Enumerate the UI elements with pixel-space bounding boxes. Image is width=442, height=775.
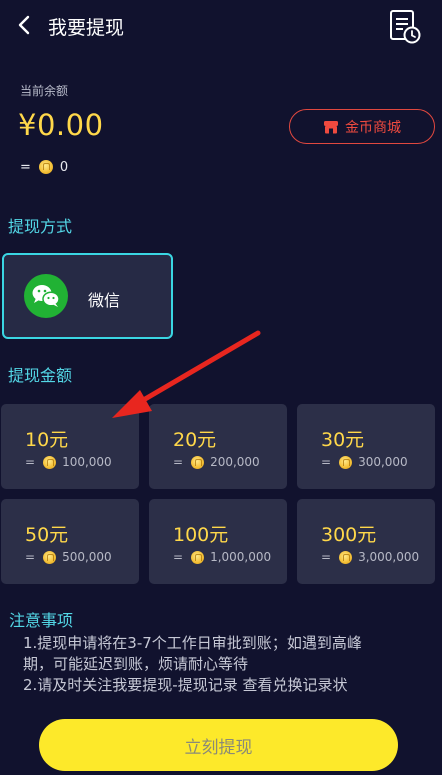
coin-icon	[43, 550, 57, 564]
amount-option-10[interactable]: 10元 = 100,000	[1, 404, 139, 489]
amount-section-title: 提现金额	[8, 366, 73, 385]
equals-sign: =	[321, 550, 332, 564]
amount-coins: = 3,000,000	[321, 550, 419, 564]
coin-mall-label: 金币商城	[345, 119, 401, 136]
notes-title: 注意事项	[9, 611, 74, 630]
notes-line: 2.请及时关注我要提现-提现记录 查看兑换记录状	[23, 676, 348, 694]
coin-icon	[339, 455, 353, 469]
method-section-title: 提现方式	[8, 217, 73, 236]
coins-value: 1,000,000	[210, 550, 272, 564]
amount-option-300[interactable]: 300元 = 3,000,000	[297, 499, 435, 584]
amount-option-100[interactable]: 100元 = 1,000,000	[149, 499, 287, 584]
equals-sign: =	[173, 550, 184, 564]
coin-icon	[339, 550, 353, 564]
amount-label: 50元	[25, 524, 69, 546]
coin-icon	[191, 455, 205, 469]
coin-balance: = 0	[20, 158, 68, 176]
notes-line: 1.提现申请将在3-7个工作日审批到账；如遇到高峰	[23, 634, 362, 652]
chevron-left-icon[interactable]	[14, 14, 36, 36]
method-option-wechat[interactable]: 微信	[2, 253, 173, 339]
amount-option-50[interactable]: 50元 = 500,000	[1, 499, 139, 584]
coins-value: 200,000	[210, 455, 260, 469]
coin-icon	[43, 455, 57, 469]
notes-section: 注意事项 1.提现申请将在3-7个工作日审批到账；如遇到高峰 期，可能延迟到账，…	[9, 607, 439, 696]
wechat-icon	[24, 274, 68, 318]
shop-icon	[324, 120, 338, 133]
amount-coins: = 100,000	[25, 455, 112, 469]
amount-coins: = 300,000	[321, 455, 408, 469]
equals-sign: =	[20, 159, 31, 175]
coins-value: 500,000	[62, 550, 112, 564]
amount-coins: = 200,000	[173, 455, 260, 469]
withdraw-now-button[interactable]: 立刻提现	[39, 719, 398, 771]
document-clock-icon[interactable]	[388, 8, 422, 44]
header: 我要提现	[0, 0, 442, 52]
coin-icon	[191, 550, 205, 564]
notes-line: 期，可能延迟到账，烦请耐心等待	[23, 655, 249, 673]
amount-option-20[interactable]: 20元 = 200,000	[149, 404, 287, 489]
page-title: 我要提现	[48, 17, 125, 39]
amount-label: 100元	[173, 524, 229, 546]
amount-coins: = 1,000,000	[173, 550, 271, 564]
amount-label: 20元	[173, 429, 217, 451]
amount-label: 10元	[25, 429, 69, 451]
coins-value: 3,000,000	[358, 550, 420, 564]
equals-sign: =	[321, 455, 332, 469]
amount-label: 30元	[321, 429, 365, 451]
balance-label: 当前余额	[20, 84, 69, 98]
amount-option-30[interactable]: 30元 = 300,000	[297, 404, 435, 489]
amount-label: 300元	[321, 524, 377, 546]
method-label: 微信	[88, 291, 121, 310]
coin-mall-button[interactable]: 金币商城	[289, 109, 435, 144]
balance-value: ¥0.00	[18, 108, 104, 142]
coins-value: 100,000	[62, 455, 112, 469]
equals-sign: =	[25, 455, 36, 469]
amount-coins: = 500,000	[25, 550, 112, 564]
coins-value: 300,000	[358, 455, 408, 469]
equals-sign: =	[173, 455, 184, 469]
coin-balance-value: 0	[59, 159, 69, 175]
coin-icon	[38, 160, 53, 174]
equals-sign: =	[25, 550, 36, 564]
